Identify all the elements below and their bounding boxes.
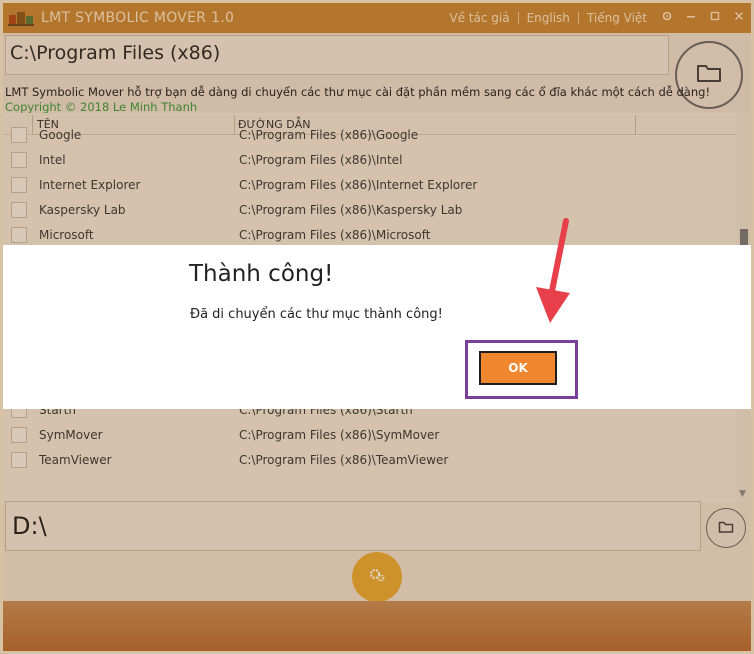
success-dialog: Thành công! Đã di chuyển các thư mục thà… [3,245,751,409]
dialog-title: Thành công! [189,261,334,287]
dialog-message: Đã di chuyển các thư mục thành công! [190,307,443,322]
ok-button[interactable]: OK [479,351,557,385]
red-arrow-annotation [536,218,570,323]
app-window: LMT SYMBOLIC MOVER 1.0 Về tác giả Englis… [3,3,751,651]
